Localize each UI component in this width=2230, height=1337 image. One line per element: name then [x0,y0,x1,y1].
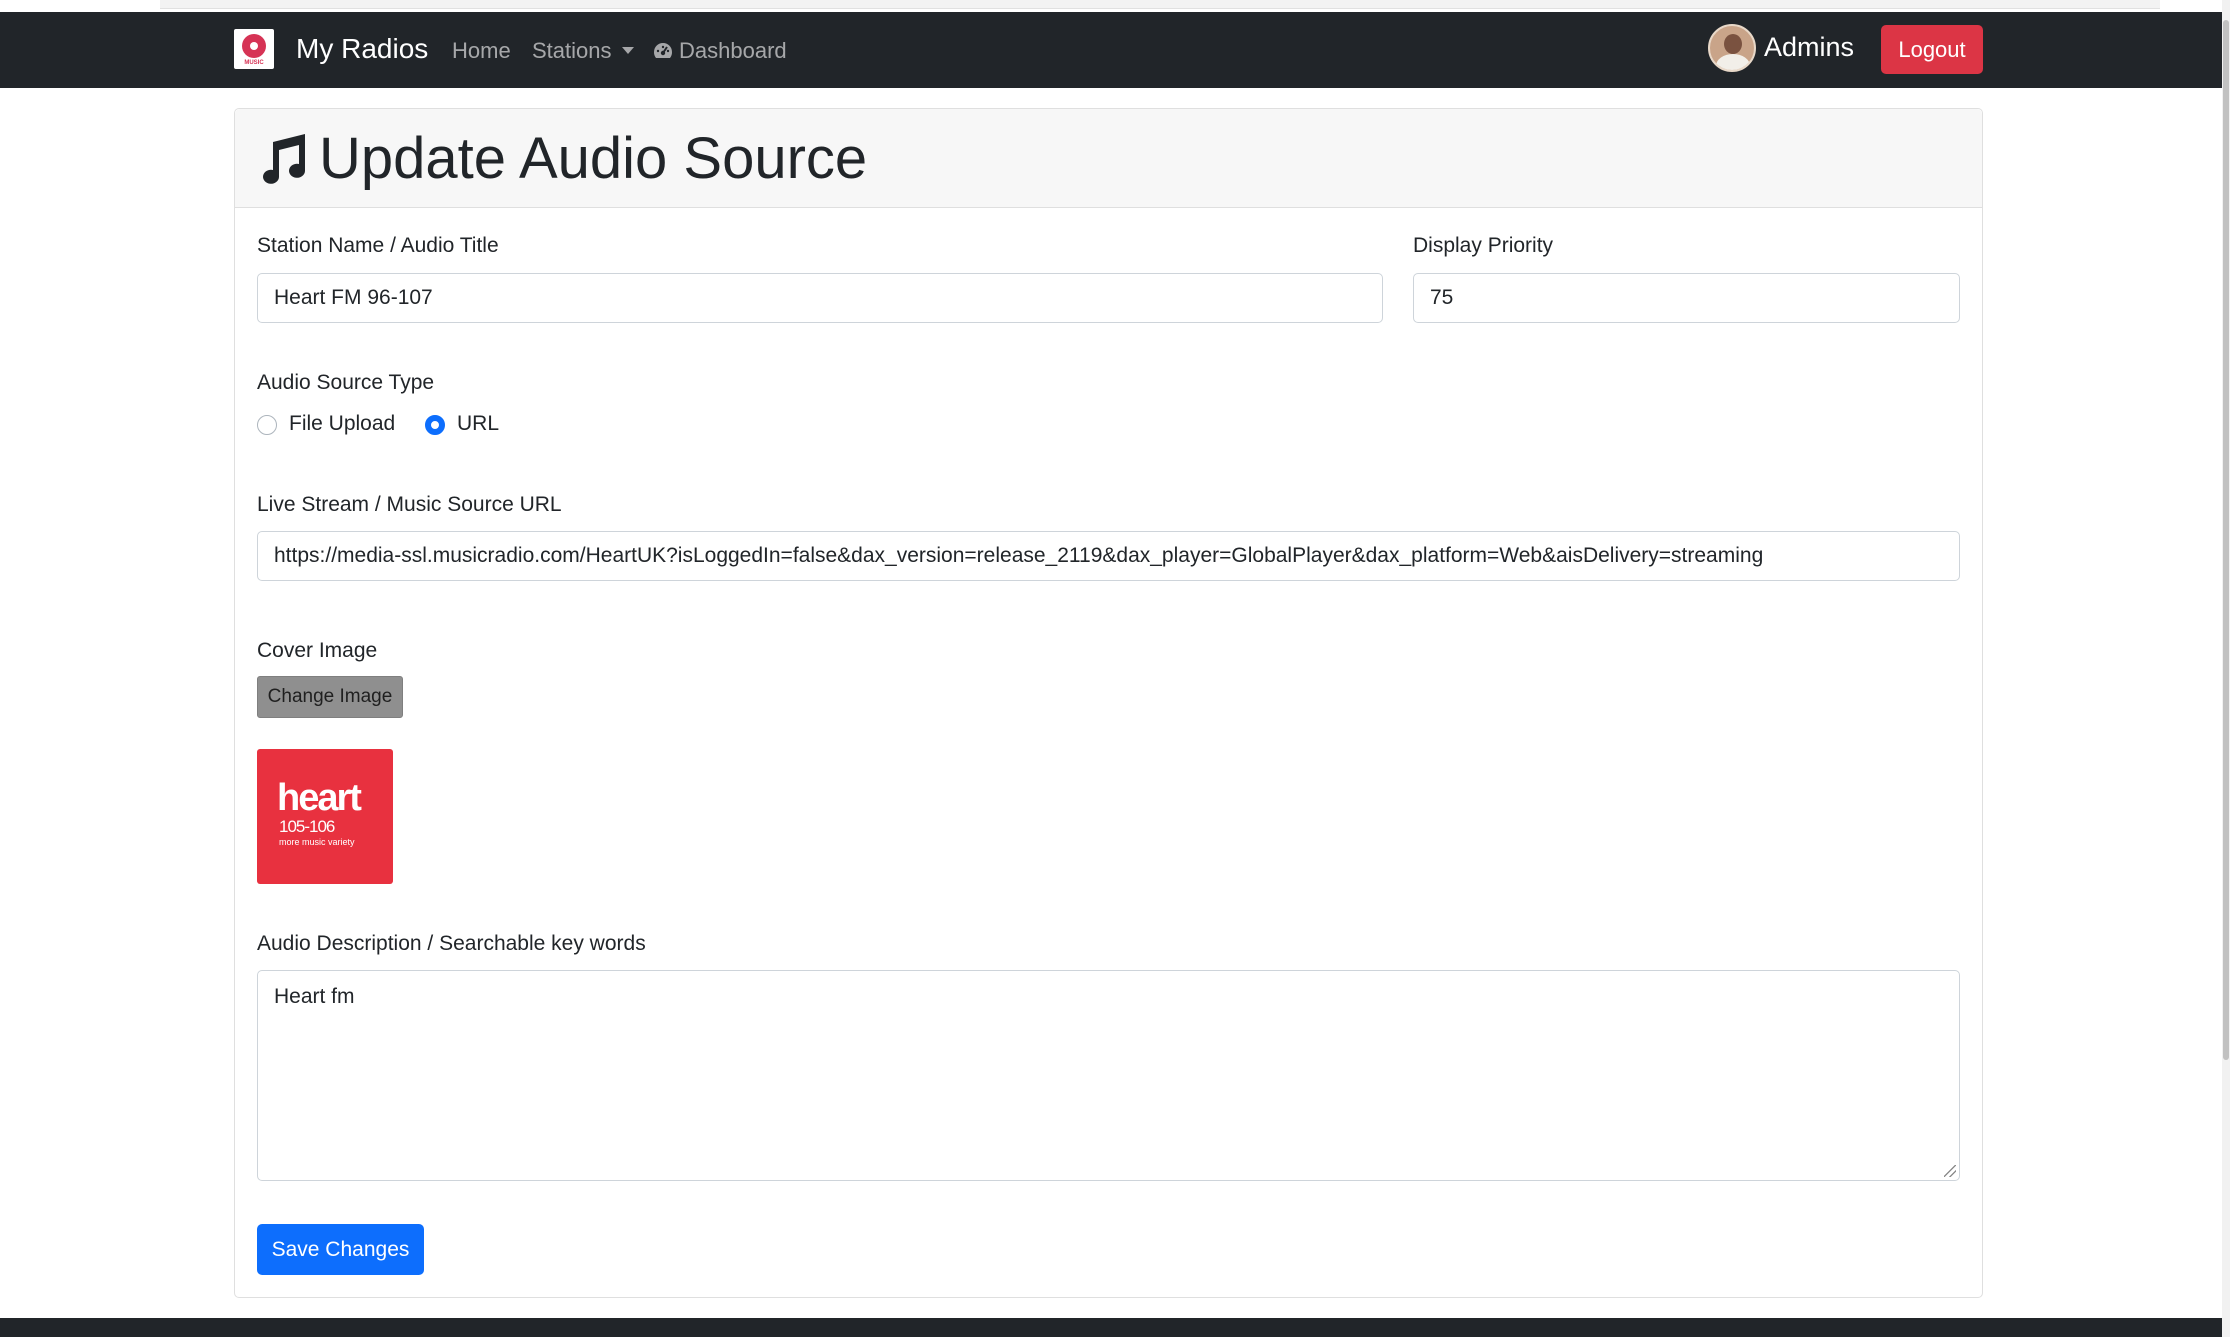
logout-button[interactable]: Logout [1881,25,1983,74]
nav-dashboard-label: Dashboard [679,38,787,63]
footer [0,1318,2222,1337]
nav-stations-dropdown[interactable]: Stations [532,38,634,64]
file-upload-radio-label[interactable]: File Upload [289,412,395,436]
page-title: Update Audio Source [319,126,868,191]
music-note-icon [263,134,305,184]
cover-image-label: Cover Image [257,639,378,662]
save-changes-button[interactable]: Save Changes [257,1224,424,1275]
cover-frequency-text: 105-106 [279,817,335,836]
navbar-inner: MUSIC My Radios Home Stations Dashboard … [234,12,1984,88]
brand-name[interactable]: My Radios [296,33,428,65]
source-type-label: Audio Source Type [257,371,435,394]
nav-stations-label: Stations [532,38,612,63]
description-textarea[interactable]: Heart fm [257,970,1960,1181]
description-label: Audio Description / Searchable key words [257,932,646,955]
cover-tagline-text: more music variety [279,837,355,847]
source-url-label: Live Stream / Music Source URL [257,493,562,516]
description-text: Heart fm [274,985,355,1008]
change-image-button[interactable]: Change Image [257,676,403,718]
url-radio-label[interactable]: URL [457,412,499,436]
station-name-input[interactable] [257,273,1383,323]
top-shade [160,0,2160,9]
nav-home-link[interactable]: Home [452,38,511,64]
cover-image: heart 105-106 more music variety [257,749,393,884]
display-priority-input[interactable] [1413,273,1960,323]
brand-logo-text: MUSIC [244,60,264,66]
user-avatar[interactable] [1708,24,1756,72]
file-upload-radio[interactable] [257,415,277,435]
gauge-icon [653,43,673,58]
navbar: MUSIC My Radios Home Stations Dashboard … [0,12,2222,88]
avatar-body [1716,54,1750,70]
station-name-label: Station Name / Audio Title [257,234,499,257]
music-disc-icon [242,34,266,58]
display-priority-label: Display Priority [1413,234,1554,257]
card-header: Update Audio Source [235,109,1982,208]
resize-grip-icon[interactable] [1944,1165,1956,1177]
source-url-input[interactable] [257,531,1960,581]
user-name[interactable]: Admins [1764,32,1854,63]
brand-logo[interactable]: MUSIC [234,29,274,69]
url-radio[interactable] [425,415,445,435]
caret-down-icon [621,47,634,54]
nav-dashboard-link[interactable]: Dashboard [653,38,787,64]
cover-brand-text: heart [277,777,362,819]
avatar-head [1724,34,1742,54]
update-form-card: Update Audio Source Station Name / Audio… [234,108,1983,1298]
page-scrollbar[interactable] [2222,0,2230,1337]
browser-top-strip [0,0,2230,12]
scrollbar-thumb[interactable] [2223,20,2229,1060]
